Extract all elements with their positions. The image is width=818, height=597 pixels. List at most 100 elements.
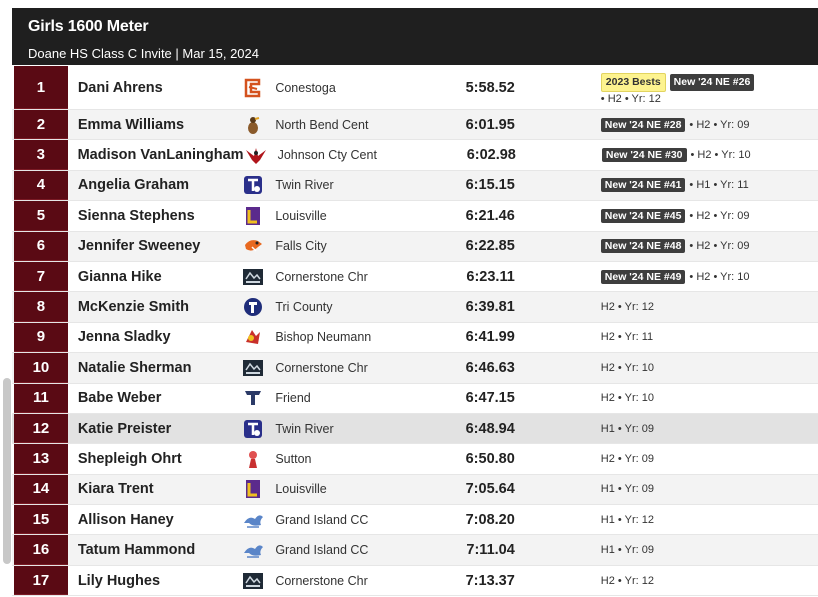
- state-rank-badge: New '24 NE #28: [600, 117, 686, 132]
- grand-island-cc-logo-icon[interactable]: [241, 539, 265, 561]
- athlete-name-link[interactable]: Emma Williams: [68, 117, 241, 133]
- result-mark: 6:39.81: [465, 299, 515, 316]
- school-name-link[interactable]: Grand Island CC: [265, 513, 412, 527]
- result-mark: 5:58.52: [465, 79, 515, 96]
- athlete-name-link[interactable]: Kiara Trent: [68, 481, 241, 497]
- result-row[interactable]: 4 Angelia Graham Twin River 6:15.15 New '24 …: [12, 170, 818, 202]
- result-row[interactable]: 12 Katie Preister Twin River 6:48.94 H1 • Yr…: [12, 413, 818, 445]
- place-number: 6: [14, 231, 68, 261]
- athlete-name-link[interactable]: Tatum Hammond: [68, 542, 241, 558]
- result-row[interactable]: 6 Jennifer Sweeney Falls City 6:22.85 New '2…: [12, 231, 818, 262]
- cornerstone-logo-icon[interactable]: [241, 266, 265, 288]
- place-number: 1: [14, 66, 68, 109]
- result-row[interactable]: 1 Dani Ahrens Conestoga 5:58.52 2023 Bests Ne…: [12, 66, 818, 110]
- result-row[interactable]: 7 Gianna Hike Cornerstone Chr 6:23.11 New '2…: [12, 261, 818, 293]
- result-row[interactable]: 9 Jenna Sladky Bishop Neumann 6:41.99 H2 • Y…: [12, 322, 818, 354]
- place-number: 10: [14, 353, 68, 383]
- school-name-link[interactable]: Friend: [265, 391, 412, 405]
- athlete-name-link[interactable]: McKenzie Smith: [68, 299, 241, 315]
- result-row[interactable]: 15 Allison Haney Grand Island CC 7:08.20 H1 …: [12, 505, 818, 536]
- heat-year-text: H1 • Yr: 12: [600, 513, 654, 526]
- school-name-link[interactable]: Conestoga: [265, 81, 412, 95]
- louisville-logo-icon[interactable]: [241, 478, 265, 500]
- school-name-link[interactable]: Johnson Cty Cent: [268, 148, 415, 162]
- result-mark: 7:08.20: [465, 511, 515, 528]
- heat-year-text: H2 • Yr: 12: [600, 301, 654, 314]
- cornerstone-logo-icon[interactable]: [241, 570, 265, 592]
- athlete-name-link[interactable]: Gianna Hike: [68, 269, 241, 285]
- result-row[interactable]: 16 Tatum Hammond Grand Island CC 7:11.04 H1 …: [12, 535, 818, 566]
- result-mark: 6:15.15: [465, 177, 515, 194]
- twin-river-logo-icon[interactable]: [241, 418, 265, 440]
- result-row[interactable]: 10 Natalie Sherman Cornerstone Chr 6:46.63 H…: [12, 353, 818, 384]
- heat-year-text: H2 • Yr: 10: [600, 361, 654, 374]
- school-name-link[interactable]: Louisville: [265, 209, 412, 223]
- falls-city-logo-icon[interactable]: [241, 235, 265, 257]
- twin-river-logo-icon[interactable]: [241, 174, 265, 196]
- school-name-link[interactable]: Sutton: [265, 452, 412, 466]
- athlete-name-link[interactable]: Natalie Sherman: [68, 360, 241, 376]
- school-name-link[interactable]: Grand Island CC: [265, 543, 412, 557]
- athlete-name-link[interactable]: Madison VanLaningham: [68, 147, 244, 163]
- result-row[interactable]: 11 Babe Weber Friend 6:47.15 H2 • Yr: 10: [12, 383, 818, 414]
- event-header: Girls 1600 Meter Doane HS Class C Invite…: [12, 8, 818, 65]
- athlete-name-link[interactable]: Katie Preister: [68, 421, 241, 437]
- athlete-name-link[interactable]: Angelia Graham: [68, 177, 241, 193]
- state-rank-badge: New '24 NE #49: [600, 269, 686, 284]
- athlete-name-link[interactable]: Allison Haney: [68, 512, 241, 528]
- result-info: H2 • Yr: 10: [515, 362, 818, 374]
- school-name-link[interactable]: Twin River: [265, 178, 412, 192]
- school-name-link[interactable]: Cornerstone Chr: [265, 361, 412, 375]
- place-number: 9: [14, 322, 68, 353]
- heat-year-text: H1 • Yr: 09: [600, 422, 654, 435]
- school-name-link[interactable]: Falls City: [265, 239, 412, 253]
- place-number: 8: [14, 292, 68, 322]
- johnson-county-logo-icon[interactable]: [244, 144, 268, 166]
- cornerstone-logo-icon[interactable]: [241, 357, 265, 379]
- place-number: 5: [14, 201, 68, 231]
- result-row[interactable]: 3 Madison VanLaningham Johnson Cty Cent 6:0…: [12, 140, 818, 171]
- result-info: H1 • Yr: 09: [515, 423, 818, 435]
- school-name-link[interactable]: North Bend Cent: [265, 118, 412, 132]
- place-number: 13: [14, 444, 68, 474]
- result-info: H2 • Yr: 09: [515, 453, 818, 465]
- result-row[interactable]: 8 McKenzie Smith Tri County 6:39.81 H2 • Yr:…: [12, 292, 818, 323]
- result-row[interactable]: 14 Kiara Trent Louisville 7:05.64 H1 • Yr: 0…: [12, 474, 818, 506]
- bishop-neumann-logo-icon[interactable]: [241, 326, 265, 348]
- result-mark: 7:13.37: [465, 572, 515, 589]
- north-bend-logo-icon[interactable]: [241, 114, 265, 136]
- result-row[interactable]: 17 Lily Hughes Cornerstone Chr 7:13.37 H2 • …: [12, 565, 818, 597]
- louisville-logo-icon[interactable]: [241, 205, 265, 227]
- result-info: New '24 NE #30 • H2 • Yr: 10: [516, 148, 818, 163]
- heat-year-text: H2 • Yr: 10: [600, 392, 654, 405]
- sutton-logo-icon[interactable]: [241, 448, 265, 470]
- friend-logo-icon[interactable]: [241, 387, 265, 409]
- result-info: New '24 NE #41 • H1 • Yr: 11: [515, 178, 818, 193]
- school-name-link[interactable]: Louisville: [265, 482, 412, 496]
- result-row[interactable]: 5 Sienna Stephens Louisville 6:21.46 New '24…: [12, 201, 818, 232]
- athlete-name-link[interactable]: Jennifer Sweeney: [68, 238, 241, 254]
- place-number: 14: [14, 474, 68, 505]
- athlete-name-link[interactable]: Dani Ahrens: [68, 80, 241, 96]
- athlete-name-link[interactable]: Sienna Stephens: [68, 208, 241, 224]
- athlete-name-link[interactable]: Babe Weber: [68, 390, 241, 406]
- school-name-link[interactable]: Twin River: [265, 422, 412, 436]
- conestoga-logo-icon[interactable]: [241, 77, 265, 99]
- result-row[interactable]: 13 Shepleigh Ohrt Sutton 6:50.80 H2 • Yr: 09: [12, 444, 818, 475]
- heat-year-text: H2 • Yr: 12: [600, 574, 654, 587]
- tri-county-logo-icon[interactable]: [241, 296, 265, 318]
- school-name-link[interactable]: Cornerstone Chr: [265, 270, 412, 284]
- athlete-name-link[interactable]: Lily Hughes: [68, 573, 241, 589]
- scrollbar-thumb[interactable]: [3, 378, 11, 564]
- school-name-link[interactable]: Bishop Neumann: [265, 330, 412, 344]
- heat-year-text: • H2 • Yr: 09: [689, 209, 750, 222]
- grand-island-cc-logo-icon[interactable]: [241, 509, 265, 531]
- school-name-link[interactable]: Cornerstone Chr: [265, 574, 412, 588]
- meet-subtitle[interactable]: Doane HS Class C Invite | Mar 15, 2024: [28, 46, 818, 61]
- school-name-link[interactable]: Tri County: [265, 300, 412, 314]
- athlete-name-link[interactable]: Jenna Sladky: [68, 329, 241, 345]
- result-info: New '24 NE #48 • H2 • Yr: 09: [515, 239, 818, 254]
- result-mark: 7:11.04: [466, 542, 515, 559]
- result-row[interactable]: 2 Emma Williams North Bend Cent 6:01.95 New …: [12, 110, 818, 141]
- athlete-name-link[interactable]: Shepleigh Ohrt: [68, 451, 241, 467]
